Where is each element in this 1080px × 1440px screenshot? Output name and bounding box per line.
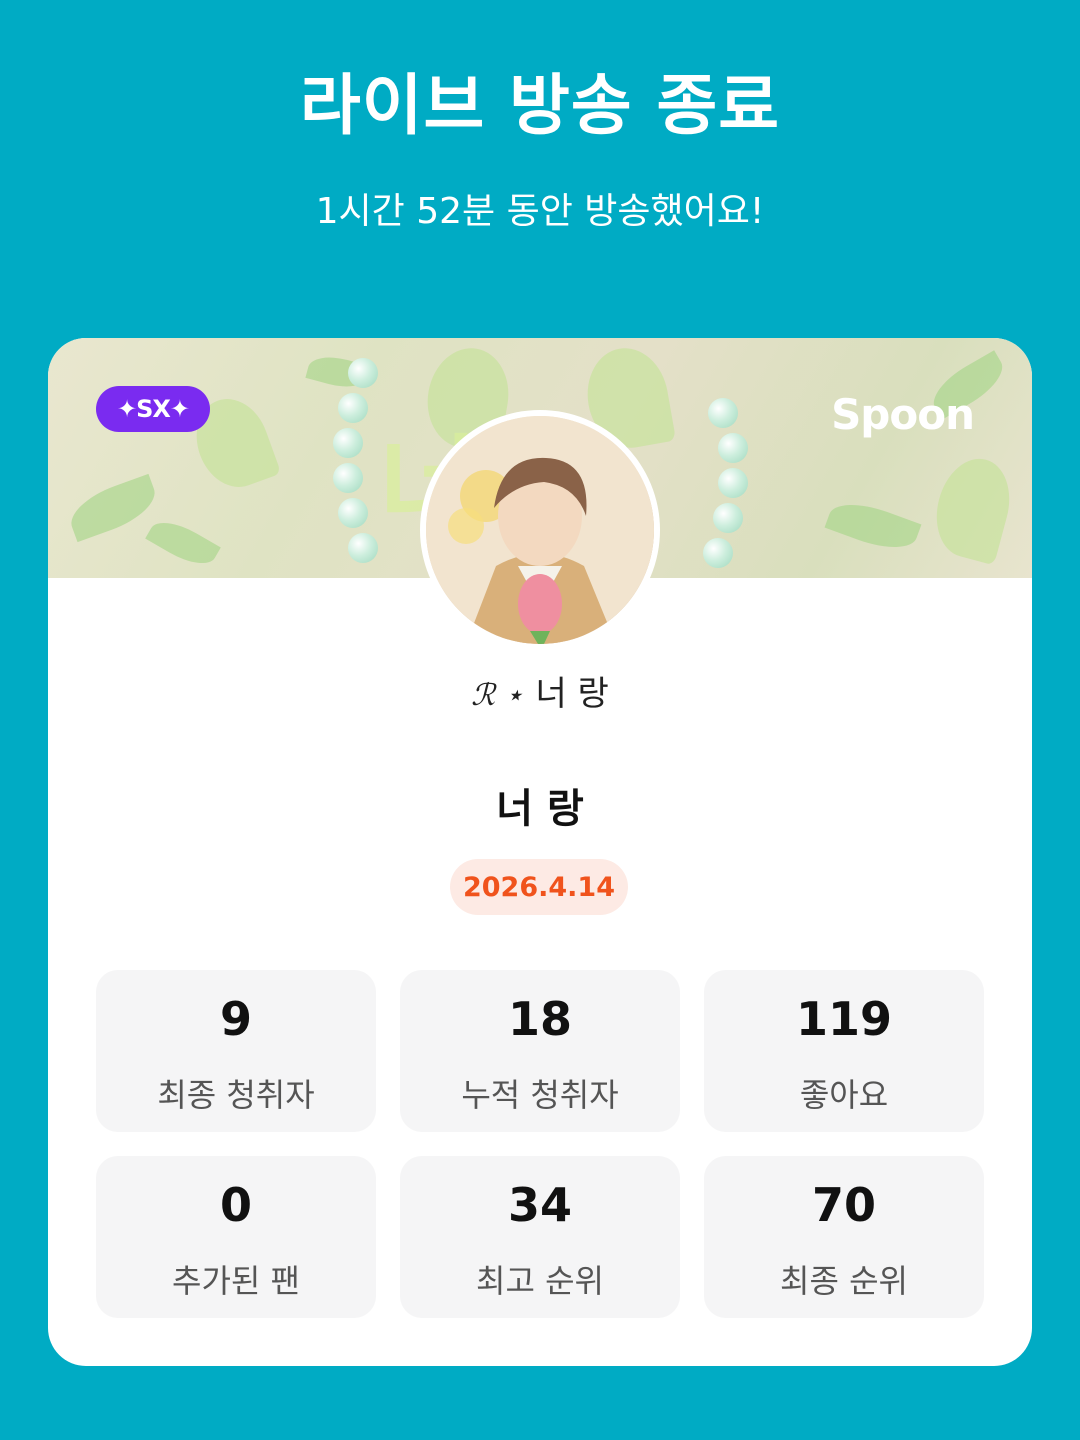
stat-value: 0 <box>219 1178 252 1232</box>
broadcast-date: 2026.4.14 <box>450 859 628 915</box>
stats-grid: 9 최종 청취자 18 누적 청취자 119 좋아요 0 추가된 팬 34 최고… <box>96 970 984 1318</box>
stat-value: 18 <box>507 992 572 1046</box>
stat-label: 최종 청취자 <box>157 1076 315 1114</box>
nickname-decoration: ℛ ⋆ <box>471 678 524 713</box>
broadcast-duration: 1시간 52분 동안 방송했어요! <box>315 191 765 232</box>
broadcast-summary-card: 너 가 ✦SX✦ Spoon ℛ <box>48 338 1032 1366</box>
sx-badge: ✦SX✦ <box>96 386 210 432</box>
stat-label: 최고 순위 <box>476 1262 604 1300</box>
stat-final-listeners: 9 최종 청취자 <box>96 970 376 1132</box>
stat-label: 최종 순위 <box>780 1262 908 1300</box>
nickname-text: 너 랑 <box>535 674 609 714</box>
stat-new-fans: 0 추가된 팬 <box>96 1156 376 1318</box>
stat-value: 34 <box>507 1178 572 1232</box>
stat-value: 119 <box>795 992 893 1046</box>
avatar-image <box>426 416 654 644</box>
avatar <box>420 410 660 650</box>
broadcast-title: 너 랑 <box>496 786 584 832</box>
stat-label: 추가된 팬 <box>172 1262 300 1300</box>
stat-best-rank: 34 최고 순위 <box>400 1156 680 1318</box>
stat-value: 70 <box>811 1178 876 1232</box>
stat-label: 좋아요 <box>799 1076 889 1114</box>
stat-label: 누적 청취자 <box>461 1076 619 1114</box>
stat-value: 9 <box>219 992 252 1046</box>
spoon-logo: Spoon <box>831 390 975 439</box>
page-title: 라이브 방송 종료 <box>300 67 780 144</box>
host-nickname: ℛ ⋆ 너 랑 <box>48 666 1032 715</box>
stat-total-listeners: 18 누적 청취자 <box>400 970 680 1132</box>
stat-final-rank: 70 최종 순위 <box>704 1156 984 1318</box>
stat-likes: 119 좋아요 <box>704 970 984 1132</box>
